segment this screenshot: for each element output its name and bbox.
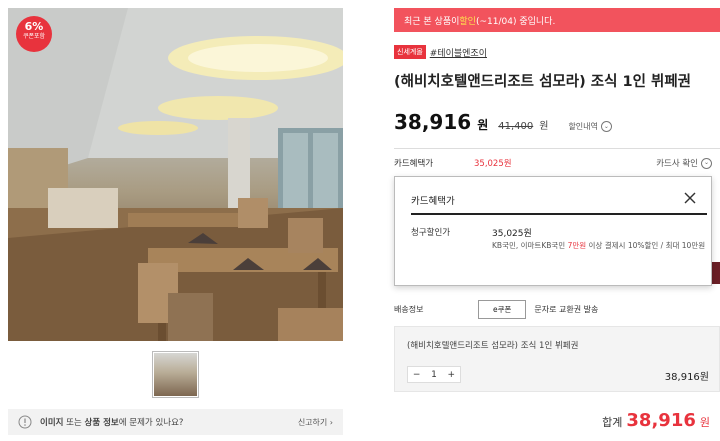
banner-highlight: 할인 [459, 16, 476, 27]
option-price: 38,916원 [664, 372, 709, 383]
price-row: 38,916 원 41,400 원 할인내역 ⌄ [394, 110, 612, 134]
product-tags: 신세계몰 #테이블엔조이 [394, 45, 487, 59]
card-benefit-value: 35,025원 [474, 159, 512, 169]
chevron-down-icon: ⌄ [701, 157, 712, 169]
report-message: 이미지 또는 상품 정보에 문제가 있나요? [40, 418, 184, 428]
chevron-down-icon: ⌄ [600, 121, 612, 132]
total-label: 합계 [602, 416, 623, 429]
ecoupon-badge: e쿠폰 [478, 300, 527, 319]
selected-option-box: (해비치호텔앤드리조트 섬모라) 조식 1인 뷔페권 − 1 + 38,916원 [394, 326, 720, 392]
divider [394, 148, 720, 149]
card-benefit-row: 카드혜택가 35,025원 카드사 확인 ⌄ [394, 157, 712, 169]
product-info-panel: 최근 본 상품이 할인 (~11/04) 중입니다. 신세계몰 #테이블엔조이 (… [394, 0, 720, 441]
shipping-note: 문자로 교환권 발송 [534, 305, 599, 314]
claim-discount-description: KB국민, 이마트KB국민 7만원 이상 결제시 10%할인 / 최대 10만원 [492, 241, 706, 250]
claim-discount-amount: 35,025원 [492, 229, 532, 239]
original-price: 41,400 [498, 121, 534, 132]
mall-tag: 신세계몰 [394, 45, 426, 59]
total-currency: 원 [699, 416, 710, 429]
product-title: (해비치호텔앤드리조트 섬모라) 조식 1인 뷔페권 [394, 74, 691, 90]
sale-currency: 원 [477, 118, 489, 132]
card-benefit-popup: 카드혜택가 청구할인가 35,025원 KB국민, 이마트KB국민 7만원 이상… [394, 176, 712, 286]
report-bar: 이미지 또는 상품 정보에 문제가 있나요? 신고하기 › [8, 409, 343, 435]
shipping-row: 배송정보 e쿠폰 문자로 교환권 발송 [394, 300, 598, 319]
shipping-label: 배송정보 [394, 305, 424, 314]
original-currency: 원 [539, 121, 549, 132]
total-value: 38,916 [626, 410, 696, 431]
claim-discount-label: 청구할인가 [411, 228, 451, 238]
discount-detail-button[interactable]: 할인내역 ⌄ [568, 121, 612, 132]
coupon-percent: 6% [24, 20, 44, 33]
close-icon[interactable] [683, 191, 697, 205]
decrease-button[interactable]: − [408, 370, 425, 380]
brand-tag[interactable]: #테이블엔조이 [430, 46, 487, 59]
popup-divider [411, 213, 707, 215]
quantity-stepper: − 1 + [407, 366, 461, 383]
coupon-badge: 6% 쿠폰포함 [16, 16, 52, 52]
card-check-button[interactable]: 카드사 확인 ⌄ [656, 157, 712, 169]
restaurant-photo [8, 8, 343, 341]
total-price: 합계 38,916 원 [602, 410, 710, 431]
card-benefit-label: 카드혜택가 [394, 159, 434, 169]
option-name: (해비치호텔앤드리조트 섬모라) 조식 1인 뷔페권 [407, 341, 579, 351]
coupon-label: 쿠폰포함 [22, 33, 46, 40]
product-main-image[interactable]: 6% 쿠폰포함 [8, 8, 343, 341]
recent-view-banner[interactable]: 최근 본 상품이 할인 (~11/04) 중입니다. [394, 8, 720, 32]
warning-icon [18, 415, 32, 429]
product-thumbnail[interactable] [152, 351, 199, 398]
increase-button[interactable]: + [443, 370, 460, 380]
sale-price: 38,916 [394, 110, 472, 134]
thumbnail-image [154, 353, 197, 396]
report-link[interactable]: 신고하기 › [298, 417, 333, 428]
popup-title: 카드혜택가 [411, 196, 455, 207]
quantity-value[interactable]: 1 [425, 370, 442, 380]
